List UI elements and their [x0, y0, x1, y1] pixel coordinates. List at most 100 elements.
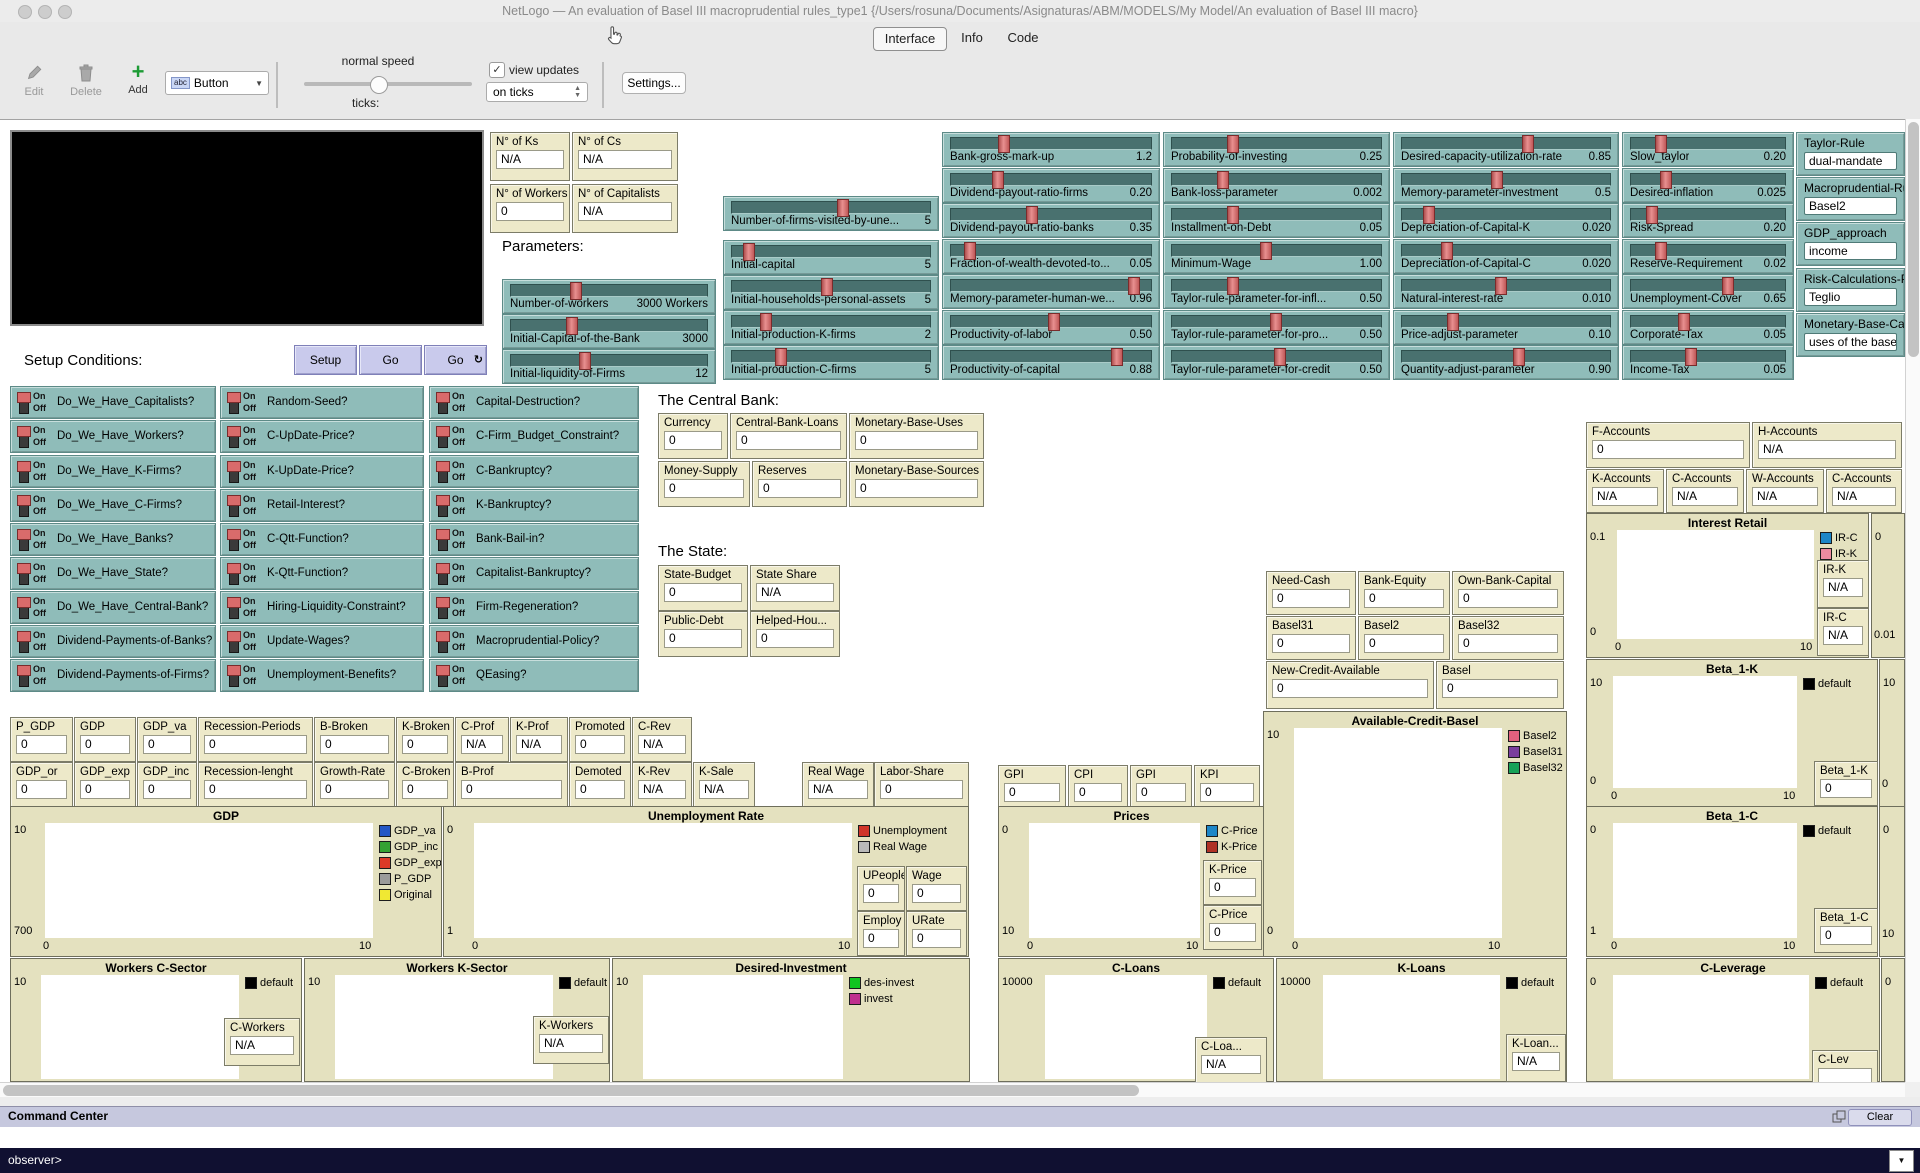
switch-c-update-price[interactable]: OnOffC-UpDate-Price?	[220, 420, 424, 453]
slider-installment-on-debt[interactable]: Installment-on-Debt0.05	[1163, 203, 1390, 238]
slider-initial-liquidity-of-firms[interactable]: Initial-liquidity-of-Firms12	[502, 349, 716, 384]
slider-handle[interactable]	[1447, 313, 1459, 331]
slider-risk-spread[interactable]: Risk-Spread0.20	[1622, 203, 1794, 238]
switch-retail-interest[interactable]: OnOffRetail-Interest?	[220, 489, 424, 522]
plot-area[interactable]	[1613, 823, 1797, 938]
plot-area[interactable]	[1613, 676, 1797, 788]
slider-depreciation-of-capital-c[interactable]: Depreciation-of-Capital-C0.020	[1393, 239, 1619, 274]
switch-knob-icon[interactable]	[227, 529, 241, 540]
slider-initial-households-personal-assets[interactable]: Initial-households-personal-assets5	[723, 275, 939, 310]
slider-taylor-rule-parameter-for-credit[interactable]: Taylor-rule-parameter-for-credit0.50	[1163, 345, 1390, 380]
slider-handle[interactable]	[837, 199, 849, 217]
switch-knob-icon[interactable]	[436, 529, 450, 540]
slider-natural-interest-rate[interactable]: Natural-interest-rate0.010	[1393, 274, 1619, 309]
horizontal-scrollbar[interactable]	[0, 1082, 1905, 1098]
slider-handle[interactable]	[1217, 171, 1229, 189]
switch-k-update-price[interactable]: OnOffK-UpDate-Price?	[220, 455, 424, 488]
switch-capital-destruction[interactable]: OnOffCapital-Destruction?	[429, 386, 639, 419]
chooser-value[interactable]: Teglio	[1804, 288, 1897, 306]
slider-handle[interactable]	[1678, 313, 1690, 331]
slider-dividend-payout-ratio-firms[interactable]: Dividend-payout-ratio-firms0.20	[942, 168, 1160, 203]
vertical-scrollbar[interactable]	[1905, 119, 1920, 1082]
switch-knob-icon[interactable]	[17, 529, 31, 540]
switch-knob-icon[interactable]	[436, 665, 450, 676]
command-center-output[interactable]	[0, 1127, 1920, 1148]
slider-handle[interactable]	[1495, 277, 1507, 295]
clear-button[interactable]: Clear	[1848, 1109, 1912, 1126]
switch-knob-icon[interactable]	[227, 426, 241, 437]
switch-knob-icon[interactable]	[227, 665, 241, 676]
switch-knob-icon[interactable]	[17, 597, 31, 608]
switch-knob-icon[interactable]	[436, 461, 450, 472]
switch-knob-icon[interactable]	[17, 631, 31, 642]
slider-handle[interactable]	[964, 242, 976, 260]
slider-handle[interactable]	[1722, 277, 1734, 295]
switch-knob-icon[interactable]	[436, 426, 450, 437]
slider-productivity-of-labor[interactable]: Productivity-of-labor0.50	[942, 310, 1160, 345]
slider-number-of-workers[interactable]: Number-of-workers3000 Workers	[502, 279, 716, 314]
slider-dividend-payout-ratio-banks[interactable]: Dividend-payout-ratio-banks0.35	[942, 203, 1160, 238]
slider-handle[interactable]	[775, 348, 787, 366]
switch-knob-icon[interactable]	[436, 563, 450, 574]
plot-area[interactable]	[1294, 728, 1502, 938]
slider-handle[interactable]	[743, 243, 755, 261]
switch-knob-icon[interactable]	[227, 461, 241, 472]
plot-area[interactable]	[1323, 975, 1500, 1079]
slider-depreciation-of-capital-k[interactable]: Depreciation-of-Capital-K0.020	[1393, 203, 1619, 238]
slider-handle[interactable]	[998, 135, 1010, 153]
switch-knob-icon[interactable]	[227, 631, 241, 642]
slider-quantity-adjust-parameter[interactable]: Quantity-adjust-parameter0.90	[1393, 345, 1619, 380]
chooser-taylor-rule[interactable]: Taylor-Ruledual-mandate	[1796, 132, 1905, 176]
plot-area[interactable]	[1029, 823, 1200, 938]
command-center-header[interactable]: Command Center Clear	[0, 1106, 1920, 1128]
plot-area[interactable]	[41, 975, 239, 1079]
switch-do-we-have-k-firms[interactable]: OnOffDo_We_Have_K-Firms?	[10, 455, 216, 488]
slider-taylor-rule-parameter-for-infl[interactable]: Taylor-rule-parameter-for-infl...0.50	[1163, 274, 1390, 309]
slider-initial-capital[interactable]: Initial-capital5	[723, 240, 939, 275]
switch-knob-icon[interactable]	[17, 461, 31, 472]
slider-desired-inflation[interactable]: Desired-inflation0.025	[1622, 168, 1794, 203]
switch-hiring-liquidity-constraint[interactable]: OnOffHiring-Liquidity-Constraint?	[220, 591, 424, 624]
slider-handle[interactable]	[1522, 135, 1534, 153]
switch-c-firm-budget-constraint[interactable]: OnOffC-Firm_Budget_Constraint?	[429, 420, 639, 453]
slider-fraction-of-wealth-devoted-to[interactable]: Fraction-of-wealth-devoted-to...0.05	[942, 239, 1160, 274]
switch-knob-icon[interactable]	[436, 631, 450, 642]
chooser-macroprudential-rul[interactable]: Macroprudential-RulBasel2	[1796, 177, 1905, 221]
switch-knob-icon[interactable]	[17, 563, 31, 574]
slider-handle[interactable]	[1274, 348, 1286, 366]
slider-handle[interactable]	[1655, 135, 1667, 153]
switch-knob-icon[interactable]	[227, 392, 241, 403]
switch-do-we-have-workers[interactable]: OnOffDo_We_Have_Workers?	[10, 420, 216, 453]
switch-knob-icon[interactable]	[17, 495, 31, 506]
slider-handle[interactable]	[760, 313, 772, 331]
switch-macroprudential-policy[interactable]: OnOffMacroprudential-Policy?	[429, 625, 639, 658]
slider-handle[interactable]	[570, 282, 582, 300]
slider-taylor-rule-parameter-for-pro[interactable]: Taylor-rule-parameter-for-pro...0.50	[1163, 310, 1390, 345]
switch-qeasing[interactable]: OnOffQEasing?	[429, 659, 639, 692]
slider-desired-capacity-utilization-rate[interactable]: Desired-capacity-utilization-rate0.85	[1393, 132, 1619, 167]
slider-handle[interactable]	[1260, 242, 1272, 260]
slider-handle[interactable]	[1227, 135, 1239, 153]
switch-capitalist-bankruptcy[interactable]: OnOffCapitalist-Bankruptcy?	[429, 557, 639, 590]
world-view[interactable]	[10, 130, 484, 326]
switch-do-we-have-state[interactable]: OnOffDo_We_Have_State?	[10, 557, 216, 590]
switch-knob-icon[interactable]	[436, 392, 450, 403]
plot-area[interactable]	[45, 823, 373, 938]
switch-knob-icon[interactable]	[227, 597, 241, 608]
switch-dividend-payments-of-firms[interactable]: OnOffDividend-Payments-of-Firms?	[10, 659, 216, 692]
slider-handle[interactable]	[1270, 313, 1282, 331]
switch-knob-icon[interactable]	[436, 597, 450, 608]
slider-memory-parameter-investment[interactable]: Memory-parameter-investment0.5	[1393, 168, 1619, 203]
slider-income-tax[interactable]: Income-Tax0.05	[1622, 345, 1794, 380]
slider-handle[interactable]	[992, 171, 1004, 189]
slider-handle[interactable]	[1111, 348, 1123, 366]
go-forever-button[interactable]: Go ↻	[424, 345, 487, 375]
chooser-value[interactable]: income	[1804, 242, 1897, 260]
slider-probability-of-investing[interactable]: Probability-of-investing0.25	[1163, 132, 1390, 167]
observer-prompt-bar[interactable]: observer>	[0, 1148, 1920, 1173]
slider-corporate-tax[interactable]: Corporate-Tax0.05	[1622, 310, 1794, 345]
chooser-value[interactable]: uses of the base	[1804, 333, 1897, 351]
chooser-risk-calculations-pr[interactable]: Risk-Calculations-PrTeglio	[1796, 268, 1905, 312]
chooser-gdp-approach[interactable]: GDP_approachincome	[1796, 222, 1905, 266]
slider-handle[interactable]	[566, 317, 578, 335]
